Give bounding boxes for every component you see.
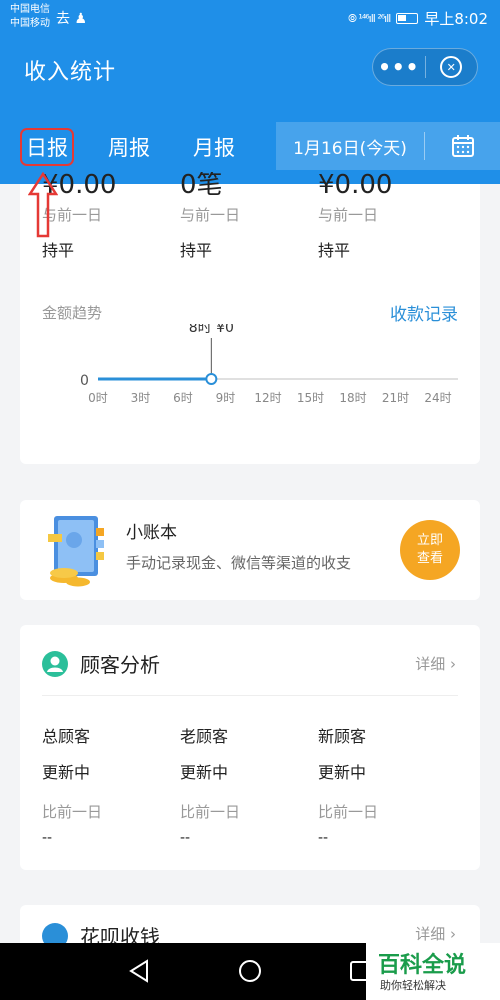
tab-daily[interactable]: 日报	[20, 128, 74, 166]
stat-amount-value: ¥0.00	[42, 172, 117, 198]
chart-x-tick-label: 15时	[297, 391, 324, 405]
trend-title: 金额趋势	[42, 304, 103, 322]
chart-x-tick-label: 24时	[424, 391, 451, 405]
chart-x-tick-label: 0时	[88, 391, 108, 405]
tab-monthly[interactable]: 月报	[193, 132, 235, 162]
signal-icon: ⦾ ¹⁴⁶ıll ²⁶ıll	[348, 11, 391, 25]
date-label: 1月16日(今天)	[293, 138, 407, 159]
view-now-button[interactable]: 立即 查看	[400, 520, 460, 580]
stat-amount-change: 持平	[42, 241, 75, 260]
payment-records-link[interactable]: 收款记录	[390, 300, 458, 325]
status-right: ⦾ ¹⁴⁶ıll ²⁶ıll 早上8:02	[348, 8, 488, 29]
divider	[42, 695, 458, 696]
tab-weekly[interactable]: 周报	[108, 132, 150, 162]
chart-x-tick-label: 3时	[131, 391, 151, 405]
page-title: 收入统计	[24, 60, 117, 85]
customer-new-value: 更新中	[318, 763, 367, 782]
ledger-book-icon	[48, 516, 104, 587]
chart-x-tick-label: 18时	[339, 391, 366, 405]
stat-average: ¥0.00 与前一日 持平	[318, 172, 456, 261]
home-icon[interactable]	[238, 959, 262, 983]
status-bar: 中国电信 中国移动 去 ♟ ⦾ ¹⁴⁶ıll ²⁶ıll 早上8:02	[0, 0, 500, 34]
stat-amount-compare: 与前一日	[42, 206, 103, 224]
chart-data-label: 8时 ¥0	[189, 324, 234, 336]
customer-total-compare: 比前一日	[42, 803, 103, 821]
more-button[interactable]: •••	[373, 55, 425, 79]
customer-returning-value: 更新中	[180, 763, 229, 782]
customer-new-compare: 比前一日	[318, 803, 379, 821]
notification-icons: 去 ♟	[56, 11, 88, 27]
battery-icon	[396, 13, 419, 24]
carrier-2: 中国移动	[10, 18, 50, 29]
watermark-sub: 助你轻松解决	[380, 979, 446, 992]
stat-average-value: ¥0.00	[318, 172, 393, 198]
customer-new-label: 新顾客	[318, 727, 367, 746]
watermark-main: 百科全说	[378, 953, 467, 978]
ledger-title: 小账本	[126, 523, 177, 543]
customer-returning-label: 老顾客	[180, 727, 229, 746]
chart-data-point	[205, 373, 218, 385]
carrier-info: 中国电信 中国移动	[10, 3, 50, 31]
date-selector[interactable]: 1月16日(今天)	[276, 122, 500, 170]
huabei-detail-link[interactable]: 详细 ›	[415, 923, 456, 944]
customer-total-value: 更新中	[42, 763, 91, 782]
customer-icon	[42, 651, 68, 677]
close-icon: ✕	[440, 56, 463, 78]
customer-total: 总顾客 更新中 比前一日 --	[42, 723, 180, 846]
annotation-arrow-icon	[28, 172, 58, 238]
stat-amount: ¥0.00 与前一日 持平	[42, 172, 180, 261]
stat-average-change: 持平	[318, 241, 351, 260]
calendar-icon	[451, 135, 474, 157]
mini-program-capsule: ••• ✕	[372, 48, 478, 86]
customer-returning-change: --	[180, 830, 191, 846]
chart-x-tick-label: 6时	[173, 391, 193, 405]
app-header: 收入统计 ••• ✕ 日报 周报 月报 1月16日(今天)	[0, 34, 500, 184]
close-button[interactable]: ✕	[425, 56, 477, 78]
stat-count-change: 持平	[180, 241, 213, 260]
chart-x-tick-label: 12时	[254, 391, 281, 405]
calendar-button[interactable]	[425, 134, 500, 158]
trend-chart[interactable]: 0 0时 3时 6时 9时 12时 15时 18时 21时 24时 8时 ¥0	[20, 324, 480, 434]
customer-returning: 老顾客 更新中 比前一日 --	[180, 723, 318, 846]
stat-average-compare: 与前一日	[318, 206, 379, 224]
stat-count-compare: 与前一日	[180, 206, 241, 224]
chart-x-tick-label: 9时	[216, 391, 236, 405]
ledger-card[interactable]: 小账本 手动记录现金、微信等渠道的收支 立即 查看	[20, 500, 480, 600]
chart-y-tick-label: 0	[80, 373, 89, 389]
customer-new: 新顾客 更新中 比前一日 --	[318, 723, 456, 846]
customer-analysis-title: 顾客分析	[80, 653, 160, 677]
carrier-1: 中国电信	[10, 4, 50, 15]
back-icon[interactable]	[128, 959, 150, 983]
clock: 早上8:02	[424, 10, 488, 28]
ledger-description: 手动记录现金、微信等渠道的收支	[126, 554, 352, 572]
watermark-logo: 百科全说 助你轻松解决	[366, 943, 500, 1000]
customer-analysis-card: 顾客分析 详细 › 总顾客 更新中 比前一日 -- 老顾客 更新中 比前一日 -…	[20, 625, 480, 870]
customer-total-change: --	[42, 830, 53, 846]
customer-returning-compare: 比前一日	[180, 803, 241, 821]
customer-new-change: --	[318, 830, 329, 846]
customer-detail-link[interactable]: 详细 ›	[415, 653, 456, 674]
stat-count-value: 0笔	[180, 172, 223, 198]
view-now-line1: 立即	[416, 533, 443, 548]
chart-x-tick-label: 21时	[382, 391, 409, 405]
customer-total-label: 总顾客	[42, 727, 91, 746]
income-stats-card: ¥0.00 与前一日 持平 0笔 与前一日 持平 ¥0.00 与前一日 持平 金…	[20, 172, 480, 464]
stat-count: 0笔 与前一日 持平	[180, 172, 318, 261]
view-now-line2: 查看	[416, 551, 443, 566]
